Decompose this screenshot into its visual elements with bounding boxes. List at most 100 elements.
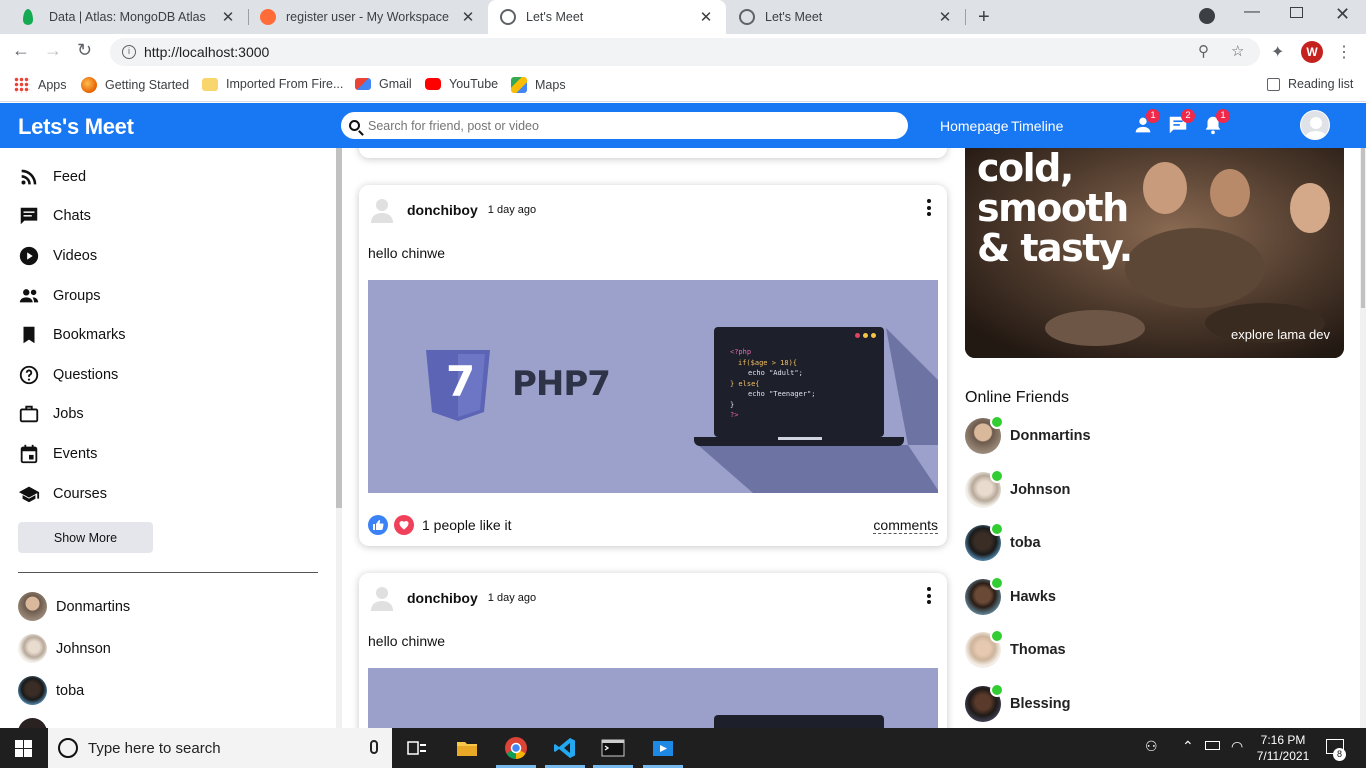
windows-taskbar: Type here to search ⚇ ⌃ ◠ 7:16 PM 7/11/2… [0,728,1366,768]
reading-list-button[interactable]: Reading list [1267,77,1353,91]
scrollbar-thumb[interactable] [1361,148,1365,308]
ad-tagline: explore lama dev [1231,327,1330,342]
post-time: 1 day ago [487,592,537,604]
reload-icon[interactable]: ↻ [77,40,92,61]
vscode-icon[interactable] [553,736,577,760]
online-indicator [990,415,1004,429]
online-friend[interactable]: Thomas [965,629,1066,668]
sidebar-friend[interactable]: Donmartins [18,592,130,621]
browser-tab-postman[interactable]: register user - My Workspace ✕ [248,0,488,34]
user-avatar[interactable] [1300,110,1330,140]
taskbar-clock[interactable]: 7:16 PM 7/11/2021 [1250,732,1316,764]
taskbar-search[interactable]: Type here to search [48,728,392,768]
microphone-icon[interactable] [370,740,378,754]
address-bar[interactable]: i http://localhost:3000 [110,38,1260,66]
avatar[interactable] [371,197,393,223]
globe-icon [500,9,516,25]
sidebar-item-events[interactable]: Events [18,443,97,465]
browser-tab-lets-meet-active[interactable]: Let's Meet ✕ [488,0,726,34]
show-more-button[interactable]: Show More [18,522,153,553]
timeline-link[interactable]: Timeline [1011,118,1063,134]
friend-requests-button[interactable]: 1 [1132,109,1160,136]
comments-link[interactable]: comments [873,517,938,534]
avatar[interactable] [371,585,393,611]
online-friend[interactable]: Johnson [965,469,1070,508]
browser-tab-mongodb[interactable]: Data | Atlas: MongoDB Atlas ✕ [8,0,248,34]
close-icon[interactable]: ✕ [220,8,236,26]
browser-tab-lets-meet[interactable]: Let's Meet ✕ [727,0,965,34]
bookmark-getting-started[interactable]: Getting Started [81,77,189,93]
wifi-icon[interactable]: ◠ [1231,738,1243,755]
sidebar-item-feed[interactable]: Feed [18,166,86,188]
homepage-link[interactable]: Homepage [940,118,1009,134]
minimize-icon[interactable]: — [1244,3,1260,21]
new-tab-icon[interactable]: + [978,6,990,29]
profile-avatar[interactable]: W [1301,41,1323,63]
online-friend[interactable]: Hawks [965,576,1056,615]
sidebar-item-videos[interactable]: Videos [18,245,97,267]
search-input[interactable] [368,118,888,133]
more-vert-icon[interactable] [927,587,931,607]
bookmark-label: Gmail [379,77,412,91]
advertisement-banner[interactable]: cold, smooth & tasty. explore lama dev [965,148,1344,358]
chevron-up-icon[interactable]: ⌃ [1182,738,1194,755]
window-close-icon[interactable]: ✕ [1335,4,1350,25]
bookmark-star-icon[interactable]: ☆ [1231,42,1244,60]
bookmark-imported-folder[interactable]: Imported From Fire... [202,77,343,91]
heart-icon[interactable] [394,515,414,535]
sidebar-friend[interactable]: toba [18,676,84,705]
terminal-icon[interactable] [601,736,625,760]
file-explorer-icon[interactable] [455,736,479,760]
online-indicator [990,469,1004,483]
back-icon[interactable]: ← [12,40,30,61]
tab-search-icon[interactable] [1199,8,1215,24]
sidebar-item-jobs[interactable]: Jobs [18,403,84,425]
page-scrollbar[interactable] [1360,148,1366,728]
windows-start-icon[interactable] [15,740,32,757]
close-icon[interactable]: ✕ [698,8,714,26]
reading-list-icon [1267,77,1280,91]
bookmark-youtube[interactable]: YouTube [425,77,498,91]
like-icon[interactable] [368,515,388,535]
media-app-icon[interactable] [651,736,675,760]
avatar [18,634,47,663]
sidebar-item-groups[interactable]: Groups [18,285,101,307]
bookmark-apps[interactable]: Apps [14,77,67,93]
url-text[interactable]: http://localhost:3000 [144,44,269,60]
battery-icon[interactable] [1205,741,1220,750]
people-icon[interactable]: ⚇ [1145,738,1158,755]
restore-icon[interactable] [1290,7,1303,18]
site-info-icon[interactable]: i [122,45,136,59]
code-line: if($age > 18){ [738,358,798,367]
close-icon[interactable]: ✕ [937,8,953,26]
sidebar-item-label: Chats [53,208,91,224]
code-line: echo "Adult"; [748,369,803,377]
bookmark-gmail[interactable]: Gmail [355,77,412,91]
zoom-icon[interactable]: ⚲ [1198,42,1209,60]
chrome-icon[interactable] [504,736,528,760]
post-username[interactable]: donchiboy [407,202,478,218]
sidebar-friend[interactable]: Johnson [18,634,111,663]
app-logo[interactable]: Lets's Meet [18,114,134,140]
sidebar-item-bookmarks[interactable]: Bookmarks [18,324,126,346]
sidebar-friend[interactable] [18,718,56,728]
browser-menu-icon[interactable]: ⋮ [1336,42,1352,62]
post-username[interactable]: donchiboy [407,590,478,606]
search-bar[interactable] [341,112,908,139]
extensions-icon[interactable]: ✦ [1271,42,1284,62]
forward-icon[interactable]: → [44,40,62,61]
bookmark-maps[interactable]: Maps [511,77,566,93]
task-view-icon[interactable] [405,736,429,760]
online-friend[interactable]: Donmartins [965,415,1091,454]
online-friend[interactable]: Blessing [965,683,1070,722]
friend-name: Thomas [1010,642,1066,658]
online-friend[interactable]: toba [965,522,1041,561]
chat-icon [20,207,38,225]
messages-button[interactable]: 2 [1167,109,1195,136]
notifications-button[interactable]: 1 [1202,109,1230,136]
sidebar-item-chats[interactable]: Chats [18,205,91,227]
sidebar-item-courses[interactable]: Courses [18,483,107,505]
sidebar-item-questions[interactable]: Questions [18,364,118,386]
more-vert-icon[interactable] [927,199,931,219]
close-icon[interactable]: ✕ [460,8,476,26]
